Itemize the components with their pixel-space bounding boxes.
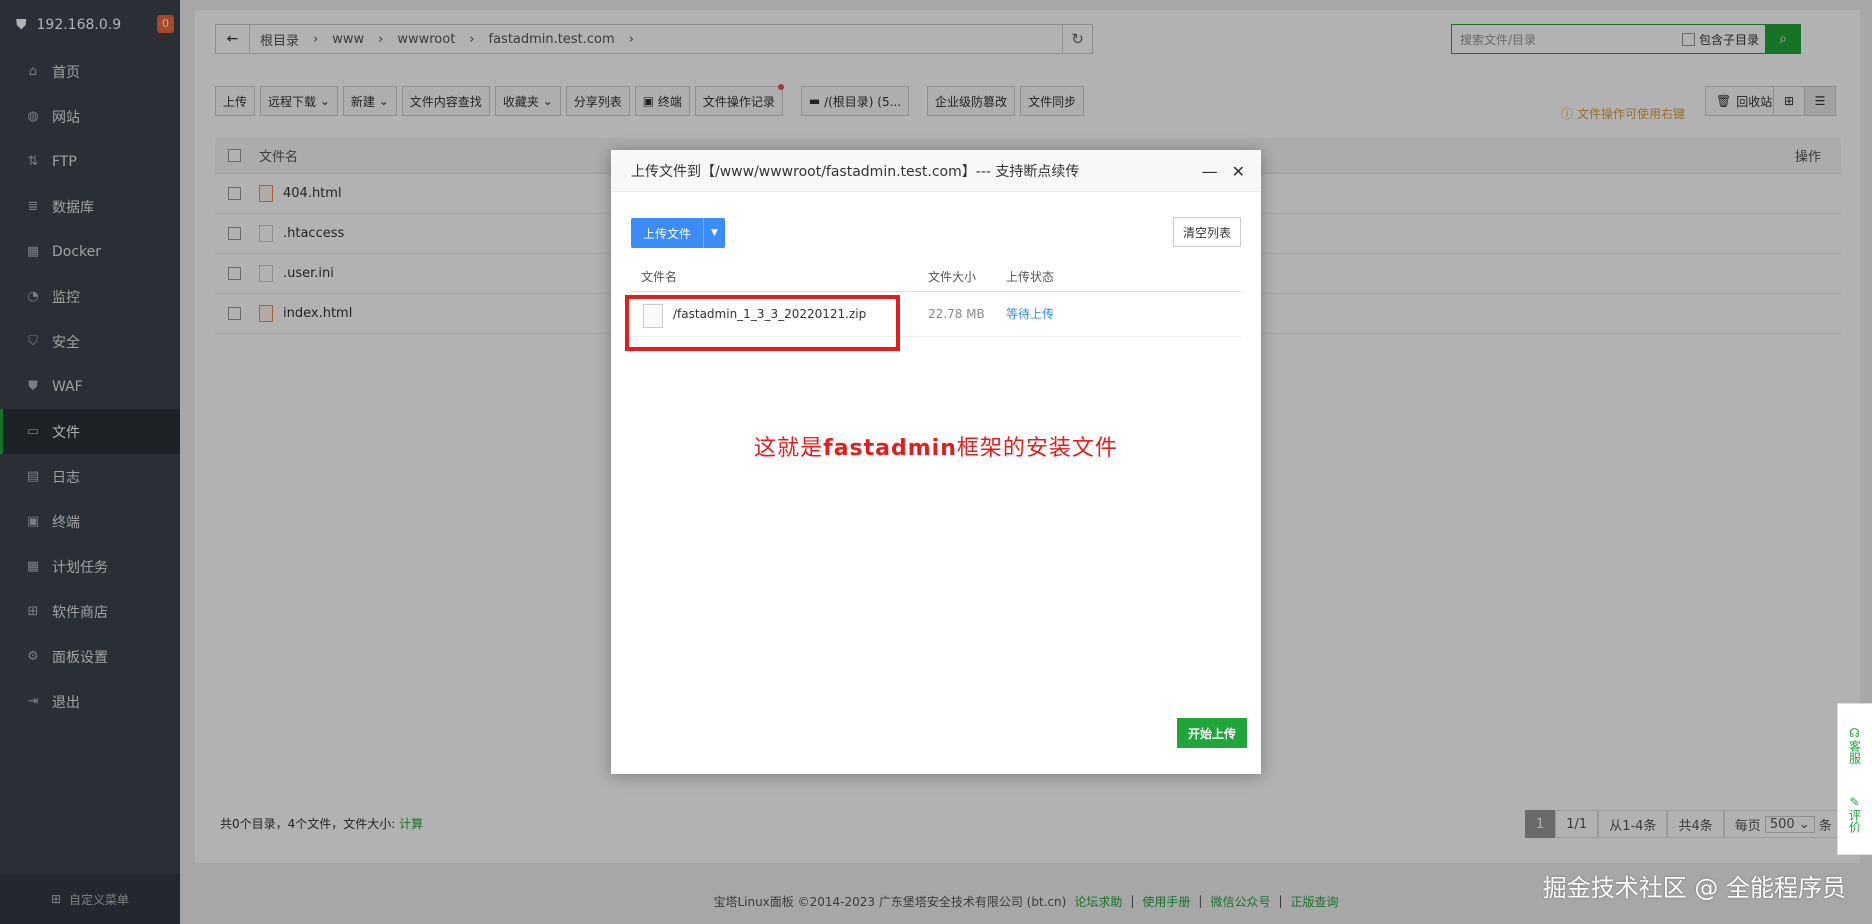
clear-list-button[interactable]: 清空列表 bbox=[1172, 217, 1241, 247]
customer-service-button[interactable]: ☊客服 bbox=[1847, 726, 1864, 764]
review-label: 评价 bbox=[1847, 808, 1862, 833]
note-b: fastadmin bbox=[823, 436, 957, 461]
side-service-panel: ☊客服 ✎评价 bbox=[1837, 703, 1872, 855]
start-upload-button[interactable]: 开始上传 bbox=[1176, 718, 1247, 748]
watermark: 掘金技术社区 @ 全能程序员 bbox=[1542, 874, 1846, 902]
caret-down-icon[interactable]: ▼ bbox=[703, 218, 726, 248]
upload-file-label[interactable]: 上传文件 bbox=[631, 218, 704, 248]
note-c: 框架的安装文件 bbox=[956, 436, 1118, 461]
dialog-title: 上传文件到【/www/wwwroot/fastadmin.test.com】--… bbox=[611, 150, 1261, 192]
highlight-annotation-box bbox=[625, 295, 900, 351]
upload-table-header: 文件名 文件大小 上传状态 bbox=[631, 262, 1241, 292]
upload-dialog: 上传文件到【/www/wwwroot/fastadmin.test.com】--… bbox=[611, 150, 1261, 774]
review-button[interactable]: ✎评价 bbox=[1847, 795, 1864, 833]
dialog-controls: — ✕ bbox=[1202, 162, 1245, 181]
minimize-icon[interactable]: — bbox=[1202, 162, 1218, 181]
note-a: 这就是 bbox=[754, 436, 824, 461]
headset-icon: ☊ bbox=[1847, 725, 1862, 740]
upload-file-button[interactable]: 上传文件 ▼ bbox=[631, 218, 726, 248]
service-label: 客服 bbox=[1847, 739, 1862, 764]
close-icon[interactable]: ✕ bbox=[1232, 162, 1245, 181]
upload-status: 等待上传 bbox=[1006, 307, 1055, 321]
edit-icon: ✎ bbox=[1847, 794, 1862, 809]
col-status: 上传状态 bbox=[1006, 270, 1055, 284]
annotation-text: 这就是fastadmin框架的安装文件 bbox=[611, 430, 1261, 462]
col-name: 文件名 bbox=[641, 270, 678, 284]
upload-file-size: 22.78 MB bbox=[928, 307, 985, 321]
col-size: 文件大小 bbox=[928, 270, 977, 284]
